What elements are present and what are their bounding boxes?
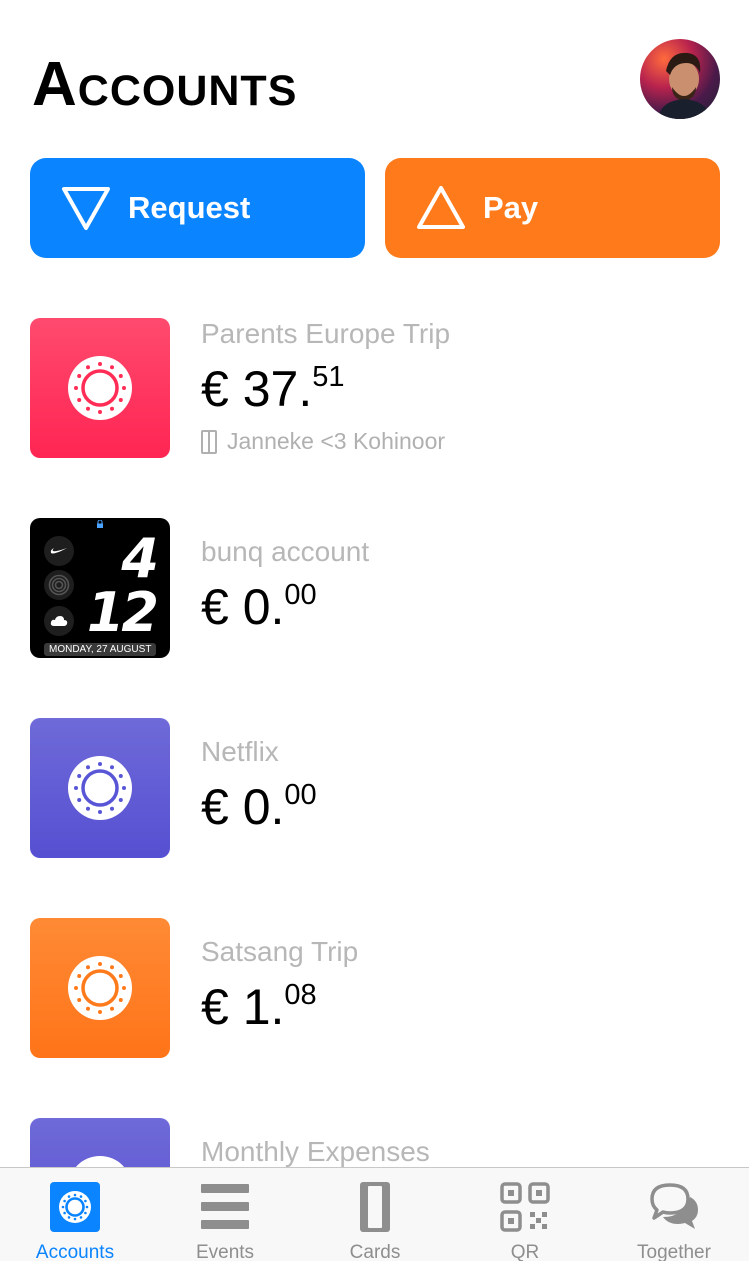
account-row[interactable]: Satsang Trip € 1.08 [0, 918, 749, 1058]
lock-icon [97, 520, 103, 528]
currency-symbol: € [201, 579, 229, 635]
account-name: bunq account [201, 536, 370, 567]
tab-cards[interactable]: Cards [300, 1168, 450, 1261]
ring-icon [68, 756, 132, 820]
request-button[interactable]: Request [30, 158, 365, 258]
watch-hour: 4 [121, 527, 159, 590]
balance-cents: 51 [312, 361, 345, 393]
account-balance: € 0.00 [201, 779, 317, 835]
request-label: Request [128, 190, 251, 225]
account-tile [30, 918, 170, 1058]
accounts-screen: Accounts Request Pay Parents Europe Trip… [0, 0, 749, 1261]
balance-cents: 00 [284, 579, 317, 611]
account-tile [30, 318, 170, 458]
accounts-icon [50, 1182, 100, 1232]
events-icon [201, 1184, 249, 1229]
tab-qr[interactable]: QR [450, 1168, 600, 1261]
account-name: Monthly Expenses [201, 1136, 430, 1167]
account-tile [30, 718, 170, 858]
triangle-up-icon [417, 186, 465, 229]
chat-bubbles-icon [650, 1183, 698, 1229]
tab-label: QR [510, 1242, 540, 1261]
profile-photo-icon [658, 52, 710, 119]
nike-icon [44, 536, 74, 566]
account-connected-card: Janneke <3 Kohinoor [201, 428, 445, 455]
activity-rings-icon [44, 570, 74, 600]
currency-symbol: € [201, 361, 229, 417]
account-row[interactable]: Netflix € 0.00 [0, 718, 749, 858]
balance-cents: 00 [284, 779, 317, 811]
balance-whole: 37. [242, 361, 313, 417]
page-title: Accounts [32, 50, 298, 119]
weather-cloud-icon [44, 606, 74, 636]
account-balance: € 0.00 [201, 579, 317, 635]
avatar[interactable] [640, 39, 720, 119]
cards-icon [360, 1182, 390, 1232]
account-name: Netflix [201, 736, 279, 767]
ring-icon [68, 956, 132, 1020]
pay-label: Pay [483, 190, 539, 225]
balance-cents: 08 [284, 979, 317, 1011]
pay-button[interactable]: Pay [385, 158, 720, 258]
qr-icon [500, 1182, 550, 1232]
tab-label: Cards [349, 1242, 401, 1261]
balance-whole: 1. [242, 979, 285, 1035]
watch-date: MONDAY, 27 AUGUST [44, 643, 157, 656]
tab-bar: Accounts Events Cards QR Together [0, 1167, 749, 1261]
currency-symbol: € [201, 979, 229, 1035]
account-name: Satsang Trip [201, 936, 359, 967]
connected-card-label: Janneke <3 Kohinoor [227, 428, 446, 454]
balance-whole: 0. [242, 779, 285, 835]
tab-label: Together [637, 1242, 711, 1261]
tab-together[interactable]: Together [599, 1168, 749, 1261]
triangle-down-icon [62, 187, 110, 230]
currency-symbol: € [201, 779, 229, 835]
account-balance: € 37.51 [201, 361, 345, 417]
tab-events[interactable]: Events [150, 1168, 300, 1261]
account-tile-watch-face: 4 12 MONDAY, 27 AUGUST [30, 518, 170, 658]
tab-label: Events [195, 1242, 255, 1261]
ring-icon [68, 356, 132, 420]
account-row[interactable]: 4 12 MONDAY, 27 AUGUST bunq account € 0.… [0, 518, 749, 658]
balance-whole: 0. [242, 579, 285, 635]
account-balance: € 1.08 [201, 979, 317, 1035]
card-icon [201, 429, 217, 454]
watch-minute: 12 [86, 581, 159, 644]
account-row[interactable]: Parents Europe Trip € 37.51 Janneke <3 K… [0, 318, 749, 458]
tab-accounts[interactable]: Accounts [0, 1168, 150, 1261]
account-name: Parents Europe Trip [201, 318, 451, 349]
tab-label: Accounts [35, 1242, 115, 1261]
